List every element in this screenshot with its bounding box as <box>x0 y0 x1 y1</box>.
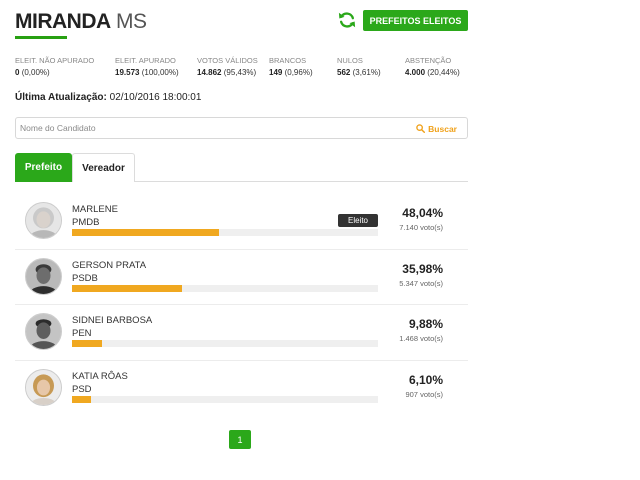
stat-value: 149 (0,96%) <box>269 68 313 77</box>
stat-label: ABSTENÇÃO <box>405 56 452 65</box>
title-underline <box>15 36 67 39</box>
tab-vereador[interactable]: Vereador <box>72 153 135 182</box>
last-update-value: 02/10/2016 18:00:01 <box>109 92 202 103</box>
stat-null: NULOS 562 (3,61%) <box>337 56 381 77</box>
candidate-party: PMDB <box>72 217 100 228</box>
candidate-name: GERSON PRATA <box>72 259 147 271</box>
candidate-list: MARLENE PMDB Eleito 48,04% 7.140 voto(s)… <box>15 194 468 416</box>
stat-value: 562 (3,61%) <box>337 68 381 77</box>
stat-value: 0 (0,00%) <box>15 68 50 77</box>
elected-mayors-button[interactable]: PREFEITOS ELEITOS <box>363 10 468 31</box>
candidate-row[interactable]: MARLENE PMDB Eleito 48,04% 7.140 voto(s) <box>15 194 468 250</box>
candidate-votes: 5.347 voto(s) <box>399 278 443 288</box>
last-update: Última Atualização: 02/10/2016 18:00:01 <box>15 92 201 103</box>
candidate-row[interactable]: SIDNEI BARBOSA PEN 9,88% 1.468 voto(s) <box>15 305 468 361</box>
avatar <box>25 368 62 406</box>
stat-label: BRANCOS <box>269 56 307 65</box>
stat-blank: BRANCOS 149 (0,96%) <box>269 56 313 77</box>
stat-valid-votes: VOTOS VÁLIDOS 14.862 (95,43%) <box>197 56 258 77</box>
candidate-photo <box>26 203 61 238</box>
stat-label: ELEIT. APURADO <box>115 56 176 65</box>
refresh-icon[interactable] <box>338 10 356 30</box>
stat-not-counted: ELEIT. NÃO APURADO 0 (0,00%) <box>15 56 94 77</box>
search-icon <box>416 124 426 133</box>
search-button-label: Buscar <box>428 123 457 134</box>
vote-bar-fill <box>72 340 103 347</box>
candidate-votes: 907 voto(s) <box>405 389 443 399</box>
candidate-row[interactable]: GERSON PRATA PSDB 35,98% 5.347 voto(s) <box>15 250 468 305</box>
pagination-page-button[interactable]: 1 <box>229 430 251 449</box>
candidate-name: MARLENE <box>72 204 118 215</box>
vote-bar <box>72 340 378 347</box>
candidate-name: SIDNEI BARBOSA <box>72 315 153 326</box>
results-panel: MIRANDA MS PREFEITOS ELEITOS ELEIT. NÃO … <box>15 0 470 406</box>
candidate-percent: 6,10% <box>408 372 443 387</box>
state-abbr: MS <box>116 10 147 33</box>
vote-bar <box>72 284 378 292</box>
stat-abstention: ABSTENÇÃO 4.000 (20,44%) <box>405 56 460 77</box>
avatar <box>25 313 62 350</box>
candidate-votes: 7.140 voto(s) <box>399 223 443 232</box>
search-button[interactable]: Buscar <box>416 121 457 136</box>
avatar <box>25 257 62 295</box>
page-title: MIRANDA MS <box>15 10 147 34</box>
elected-badge: Eleito <box>338 214 378 227</box>
stat-label: VOTOS VÁLIDOS <box>197 56 258 65</box>
candidate-photo <box>26 314 61 349</box>
header: MIRANDA MS PREFEITOS ELEITOS <box>15 0 470 40</box>
candidate-percent: 48,04% <box>402 206 443 220</box>
vote-bar <box>72 395 378 403</box>
candidate-search-input[interactable] <box>20 120 390 136</box>
candidate-votes: 1.468 voto(s) <box>399 334 443 343</box>
candidate-party: PSD <box>72 383 92 395</box>
candidate-photo <box>26 369 61 405</box>
stat-value: 4.000 (20,44%) <box>405 68 460 77</box>
vote-bar-fill <box>72 229 219 236</box>
candidate-row[interactable]: KATIA RÔAS PSD 6,10% 907 voto(s) <box>15 361 468 417</box>
stats-bar: ELEIT. NÃO APURADO 0 (0,00%) ELEIT. APUR… <box>15 56 485 80</box>
candidate-percent: 35,98% <box>402 261 443 276</box>
candidate-party: PSDB <box>72 272 98 284</box>
vote-bar <box>72 229 378 236</box>
candidate-percent: 9,88% <box>408 317 443 331</box>
city-name: MIRANDA <box>15 10 111 33</box>
office-tabs: Prefeito Vereador <box>15 153 468 182</box>
stat-label: NULOS <box>337 56 363 65</box>
candidate-party: PEN <box>72 328 92 339</box>
tab-prefeito[interactable]: Prefeito <box>15 153 72 182</box>
stat-value: 14.862 (95,43%) <box>197 68 257 77</box>
vote-bar-fill <box>72 395 91 403</box>
candidate-photo <box>26 258 61 294</box>
candidate-search: Buscar <box>15 117 468 139</box>
stat-counted: ELEIT. APURADO 19.573 (100,00%) <box>115 56 179 77</box>
candidate-name: KATIA RÔAS <box>72 370 128 382</box>
last-update-label: Última Atualização: <box>15 92 107 103</box>
stat-value: 19.573 (100,00%) <box>115 68 179 77</box>
stat-label: ELEIT. NÃO APURADO <box>15 56 95 65</box>
avatar <box>25 202 62 239</box>
vote-bar-fill <box>72 284 183 292</box>
